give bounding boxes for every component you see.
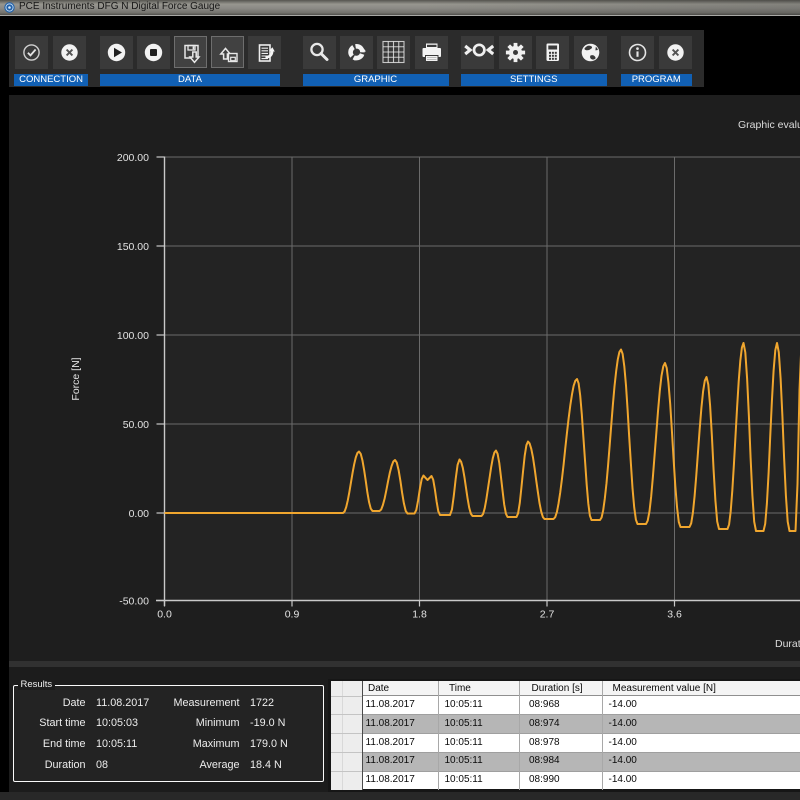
svg-text:150.00: 150.00 xyxy=(117,241,149,253)
svg-text:2.7: 2.7 xyxy=(540,609,555,621)
svg-text:1.8: 1.8 xyxy=(412,609,427,621)
svg-text:100.00: 100.00 xyxy=(117,330,149,342)
svg-text:0.9: 0.9 xyxy=(285,609,300,621)
svg-text:Duration [s]: Duration [s] xyxy=(775,638,800,650)
svg-text:3.6: 3.6 xyxy=(667,609,682,621)
svg-text:Force [N]: Force [N] xyxy=(70,357,82,400)
svg-text:0.0: 0.0 xyxy=(157,609,172,621)
svg-text:50.00: 50.00 xyxy=(123,419,149,431)
svg-text:Graphic evaluation: Graphic evaluation xyxy=(738,119,800,131)
svg-text:200.00: 200.00 xyxy=(117,152,149,164)
svg-text:0.00: 0.00 xyxy=(129,508,150,520)
svg-text:-50.00: -50.00 xyxy=(119,595,149,607)
